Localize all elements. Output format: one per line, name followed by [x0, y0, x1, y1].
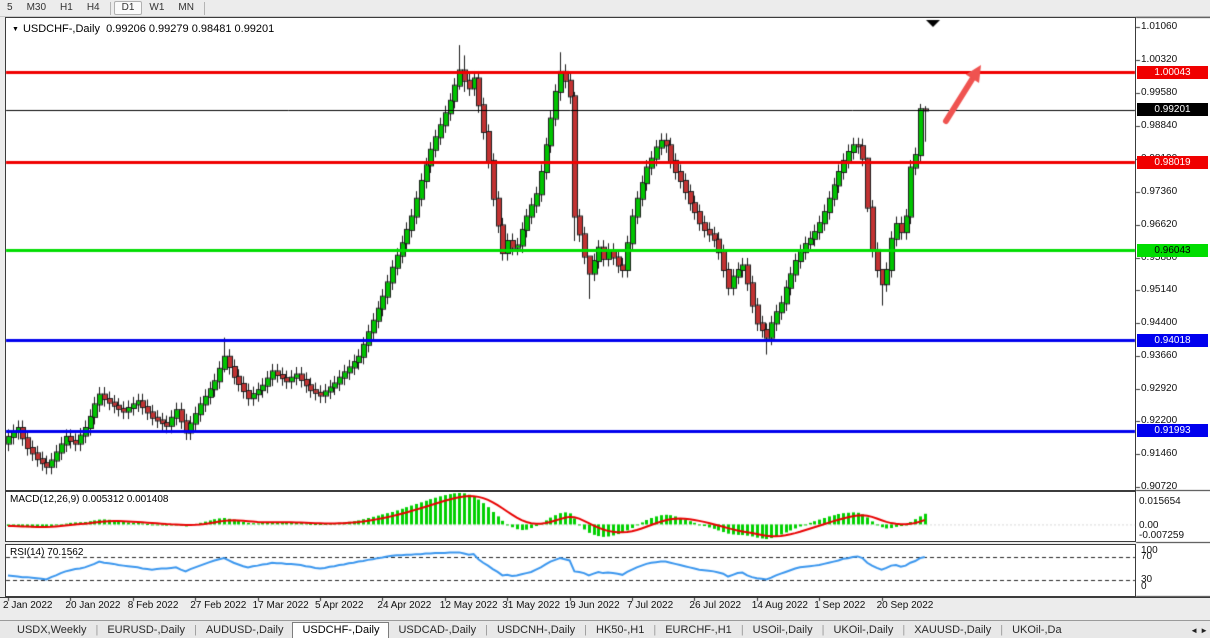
chart-canvas[interactable]	[0, 0, 1210, 638]
trading-terminal-window: 5M30H1H4D1W1MN ▼USDCHF-,Daily 0.99206 0.…	[0, 0, 1210, 638]
